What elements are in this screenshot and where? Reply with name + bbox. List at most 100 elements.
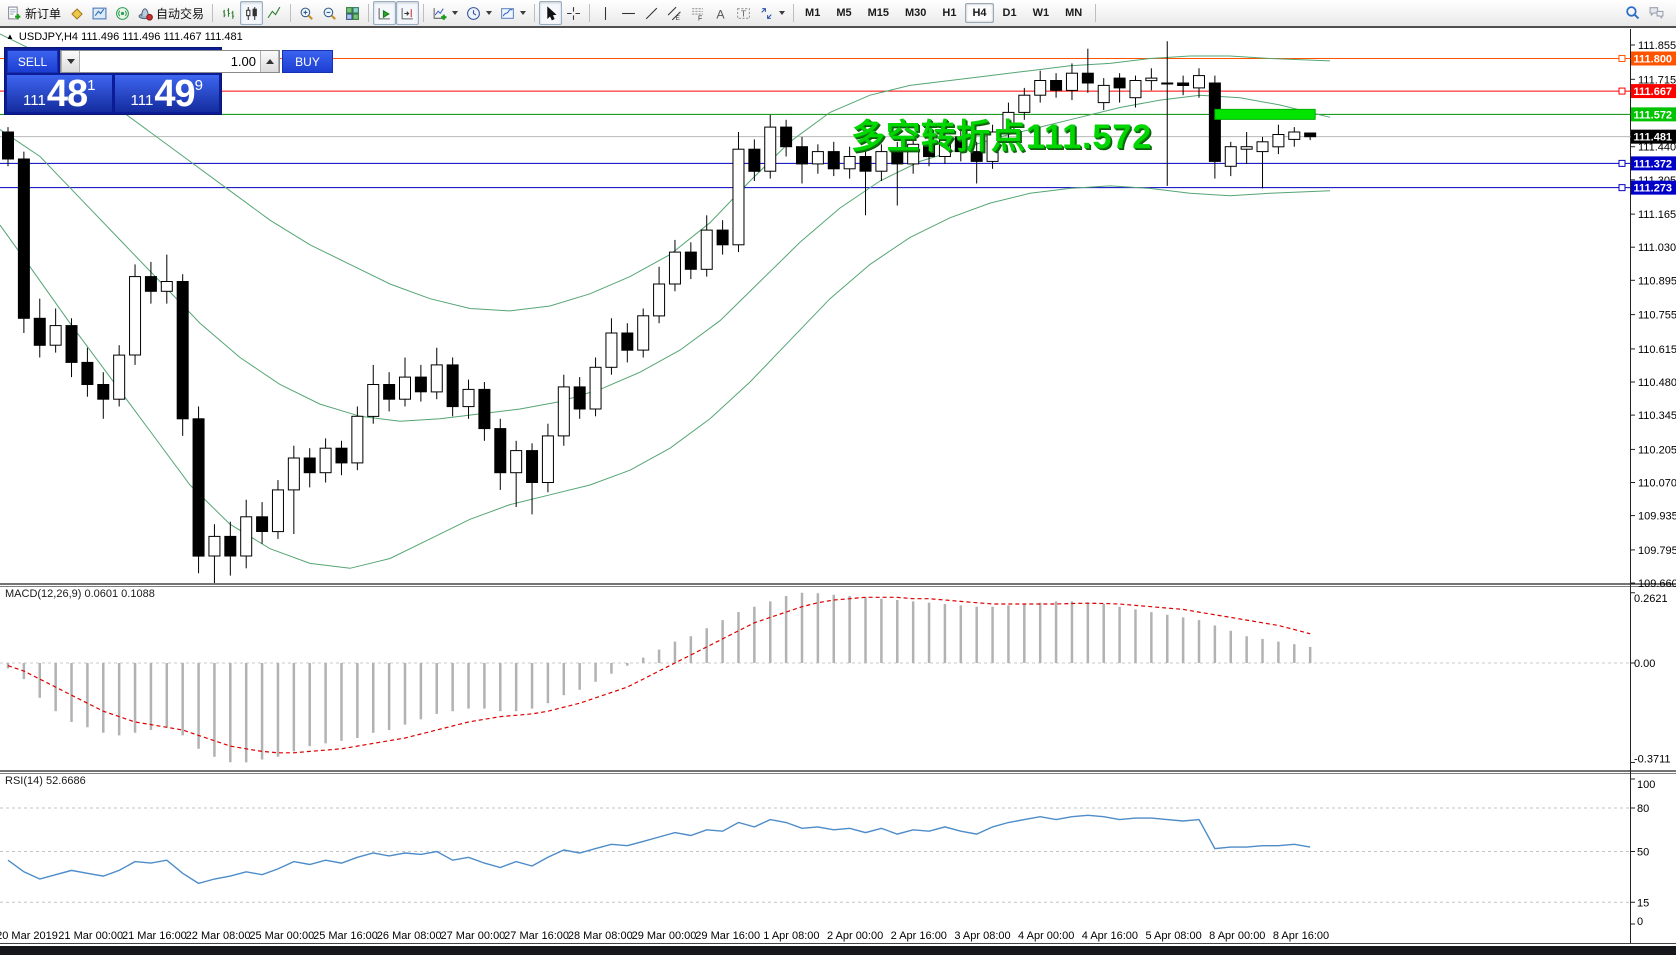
chat-icon[interactable] xyxy=(1649,5,1665,21)
templates-icon xyxy=(500,6,515,21)
trendline-button[interactable] xyxy=(640,1,663,25)
rsi-panel: 1008050150 xyxy=(0,779,1655,928)
signals-button[interactable] xyxy=(111,1,134,25)
chevron-down-icon[interactable] xyxy=(779,11,785,15)
triangle-up-icon xyxy=(266,59,274,64)
chart-shift-button[interactable] xyxy=(396,1,419,25)
auto-trading-button[interactable]: 自动交易 xyxy=(134,1,208,25)
svg-text:20 Mar 2019: 20 Mar 2019 xyxy=(0,930,58,942)
svg-text:0.00: 0.00 xyxy=(1634,658,1655,670)
volume-input[interactable] xyxy=(80,51,260,72)
tab-timeframe-d1[interactable]: D1 xyxy=(996,3,1024,23)
svg-text:8 Apr 16:00: 8 Apr 16:00 xyxy=(1273,930,1329,942)
search-icon[interactable] xyxy=(1625,5,1641,21)
svg-text:E: E xyxy=(676,14,680,20)
text-icon: A xyxy=(713,6,728,21)
new-order-button[interactable]: 新订单 xyxy=(3,1,65,25)
zoom-out-button[interactable] xyxy=(318,1,341,25)
trendline-icon xyxy=(644,6,659,21)
line-chart-button[interactable] xyxy=(263,1,286,25)
tab-timeframe-m30[interactable]: M30 xyxy=(898,3,933,23)
toolbar-button-group: 新订单 自动交易 E F A T xyxy=(3,1,798,25)
charts-window-icon xyxy=(92,6,107,21)
auto-scroll-button[interactable] xyxy=(373,1,396,25)
svg-text:29 Mar 00:00: 29 Mar 00:00 xyxy=(632,930,697,942)
svg-text:-0.3711: -0.3711 xyxy=(1634,753,1671,765)
toolbar-button-label: 自动交易 xyxy=(156,5,204,22)
buy-price-button[interactable]: 111499 xyxy=(115,75,220,112)
label-icon: T xyxy=(736,6,751,21)
volume-decrease-button[interactable] xyxy=(61,51,80,72)
channel-icon: E xyxy=(667,6,682,21)
main-toolbar: 新订单 自动交易 E F A T M1M5M15M30H1H4D1W1MN xyxy=(0,0,1676,28)
volume-increase-button[interactable] xyxy=(260,51,279,72)
toolbar-separator xyxy=(423,4,424,22)
time-axis: 20 Mar 201921 Mar 00:0021 Mar 16:0022 Ma… xyxy=(0,930,1329,942)
auto-trading-icon xyxy=(138,6,153,21)
signals-icon xyxy=(115,6,130,21)
macd-signal-line xyxy=(8,597,1310,753)
cursor-button[interactable] xyxy=(539,1,562,25)
zoom-in-button[interactable] xyxy=(295,1,318,25)
svg-text:26 Mar 08:00: 26 Mar 08:00 xyxy=(377,930,442,942)
tab-timeframe-m15[interactable]: M15 xyxy=(861,3,896,23)
chart-canvas[interactable]: 111.855111.715111.575111.440111.305111.1… xyxy=(0,28,1676,955)
collapse-panel-icon[interactable]: ▲ xyxy=(6,33,14,41)
buy-price-prefix: 111 xyxy=(131,92,154,109)
svg-text:F: F xyxy=(698,15,702,21)
svg-text:21 Mar 16:00: 21 Mar 16:00 xyxy=(122,930,187,942)
chevron-down-icon[interactable] xyxy=(486,11,492,15)
tab-timeframe-m5[interactable]: M5 xyxy=(829,3,858,23)
fibonacci-button[interactable]: F xyxy=(686,1,709,25)
svg-text:111.372: 111.372 xyxy=(1634,158,1673,170)
svg-text:2 Apr 00:00: 2 Apr 00:00 xyxy=(827,930,883,942)
toolbar-separator xyxy=(589,4,590,22)
key-level-highlight-bar[interactable] xyxy=(1215,109,1315,119)
tile-windows-button[interactable] xyxy=(341,1,364,25)
hline-button[interactable] xyxy=(617,1,640,25)
svg-text:25 Mar 00:00: 25 Mar 00:00 xyxy=(249,930,314,942)
tab-timeframe-h4[interactable]: H4 xyxy=(965,3,993,23)
crosshair-button[interactable] xyxy=(562,1,585,25)
chart-shift-icon xyxy=(400,6,415,21)
toolbar-separator xyxy=(290,4,291,22)
svg-text:111.572: 111.572 xyxy=(1634,109,1673,121)
svg-text:110.615: 110.615 xyxy=(1638,344,1676,356)
channel-button[interactable]: E xyxy=(663,1,686,25)
arrows-icon xyxy=(759,6,774,21)
vline-button[interactable] xyxy=(594,1,617,25)
fibonacci-icon: F xyxy=(690,6,705,21)
periods-icon xyxy=(466,6,481,21)
arrows-button[interactable] xyxy=(755,1,789,25)
rsi-line xyxy=(8,815,1310,883)
candlestick-button[interactable] xyxy=(240,1,263,25)
tab-timeframe-h1[interactable]: H1 xyxy=(935,3,963,23)
indicators-button[interactable] xyxy=(428,1,462,25)
crosshair-icon xyxy=(566,6,581,21)
chevron-down-icon[interactable] xyxy=(520,11,526,15)
svg-text:111.855: 111.855 xyxy=(1638,40,1676,52)
mt4-terminal-window: 新订单自动交易EFAT M1M5M15M30H1H4D1W1MN ▲ USDJP… xyxy=(0,0,1676,955)
svg-text:8 Apr 00:00: 8 Apr 00:00 xyxy=(1209,930,1265,942)
macd-panel: 0.26210.00-0.3711 xyxy=(0,593,1671,766)
sell-price-button[interactable]: 111481 xyxy=(7,75,112,112)
chevron-down-icon[interactable] xyxy=(452,11,458,15)
toolbar-separator xyxy=(368,4,369,22)
bar-chart-button[interactable] xyxy=(217,1,240,25)
svg-text:111.800: 111.800 xyxy=(1634,53,1673,65)
label-button[interactable]: T xyxy=(732,1,755,25)
svg-text:1 Apr 08:00: 1 Apr 08:00 xyxy=(763,930,819,942)
svg-text:T: T xyxy=(741,8,747,18)
buy-button[interactable]: BUY xyxy=(282,50,333,73)
sell-price-big: 48 xyxy=(47,76,87,112)
text-button[interactable]: A xyxy=(709,1,732,25)
tab-timeframe-m1[interactable]: M1 xyxy=(798,3,827,23)
templates-button[interactable] xyxy=(496,1,530,25)
periods-button[interactable] xyxy=(462,1,496,25)
charts-window-button[interactable] xyxy=(88,1,111,25)
profiles-button[interactable] xyxy=(65,1,88,25)
sell-button[interactable]: SELL xyxy=(7,50,58,73)
tab-timeframe-mn[interactable]: MN xyxy=(1058,3,1089,23)
tab-timeframe-w1[interactable]: W1 xyxy=(1026,3,1057,23)
auto-scroll-icon xyxy=(377,6,392,21)
